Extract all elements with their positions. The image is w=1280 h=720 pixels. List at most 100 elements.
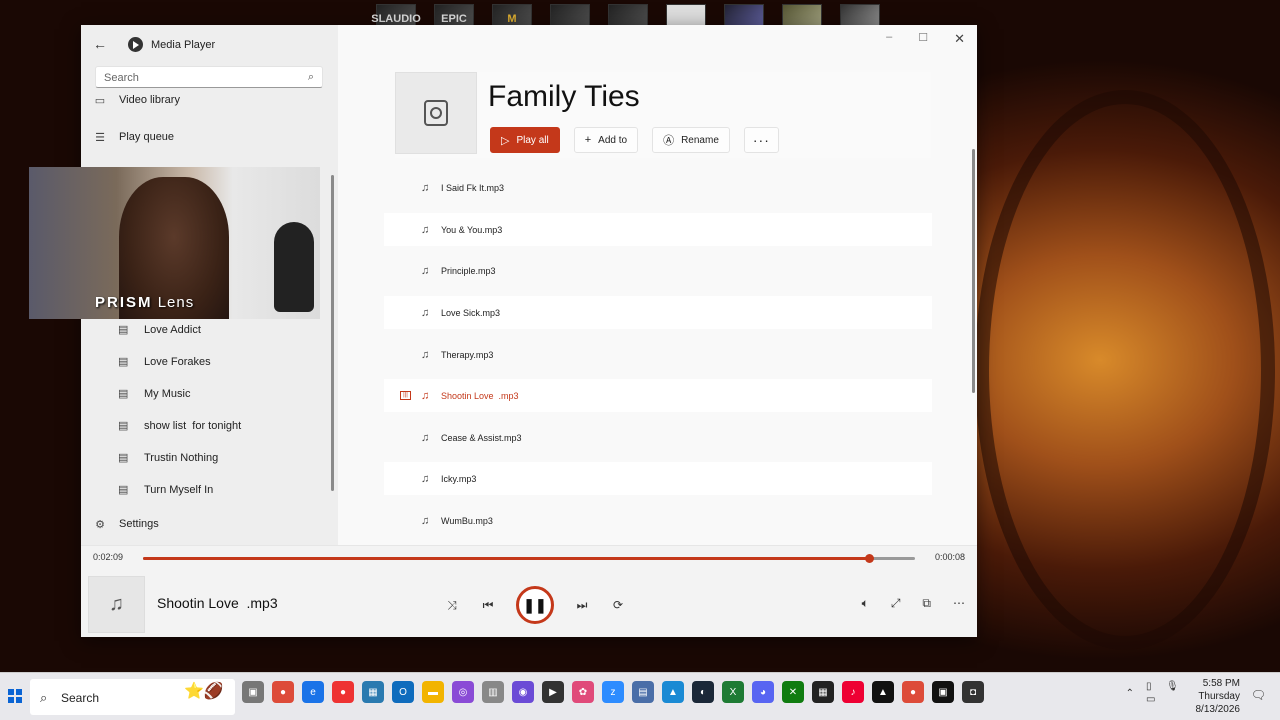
track-row[interactable]: ♫ Principle.mp3 — [384, 254, 932, 287]
now-playing-art[interactable]: ♫ — [88, 576, 145, 633]
previous-icon[interactable]: ⏮ — [480, 598, 496, 613]
search-input[interactable]: Search ⌕ — [95, 66, 323, 88]
sidebar-item-settings[interactable]: ⚙ Settings — [93, 514, 159, 534]
sidebar-playlist-item[interactable]: ▤ show list for tonight — [118, 419, 241, 433]
track-row[interactable]: ♫ You & You.mp3 — [384, 213, 932, 246]
app-icon[interactable]: ▦ — [812, 681, 834, 703]
shuffle-icon[interactable]: ⤨ — [444, 598, 460, 613]
volume-icon[interactable] — [1166, 694, 1182, 705]
main-content: – ☐ ✕ Family Ties ▷ Play all + Add to Ⓐ — [338, 25, 977, 545]
xbox-icon[interactable]: ✕ — [782, 681, 804, 703]
minimize-button[interactable]: – — [886, 31, 892, 47]
chrome-icon[interactable]: ● — [272, 681, 294, 703]
music-note-icon: ♫ — [421, 431, 430, 444]
sidebar-playlist-item[interactable]: ▤ Love Forakes — [118, 355, 211, 369]
app-icon[interactable]: ▣ — [932, 681, 954, 703]
sidebar-item-play-queue[interactable]: ☰ Play queue — [93, 127, 174, 147]
clock[interactable]: 5:58 PM Thursday 8/13/2026 — [1196, 677, 1241, 716]
track-name: Therapy.mp3 — [441, 349, 494, 360]
media-player-icon[interactable]: ▶ — [542, 681, 564, 703]
search-highlight-icon: ⭐🏈 — [184, 683, 224, 700]
edge-icon[interactable]: e — [302, 681, 324, 703]
maximize-button[interactable]: ☐ — [918, 31, 928, 47]
sidebar-scrollbar[interactable] — [331, 175, 334, 491]
search-icon[interactable]: ⌕ — [308, 71, 314, 84]
app-icon[interactable]: ✿ — [572, 681, 594, 703]
track-row[interactable]: ♫ Love Sick.mp3 — [384, 296, 932, 329]
app-icon[interactable]: ◘ — [962, 681, 984, 703]
mini-player-icon[interactable]: ⧉ — [922, 596, 931, 611]
track-row[interactable]: ♫ Therapy.mp3 — [384, 338, 932, 371]
queue-icon: ☰ — [95, 131, 105, 144]
now-playing-title[interactable]: Shootin Love .mp3 — [157, 595, 278, 611]
next-icon[interactable]: ⏭ — [574, 598, 590, 613]
excel-icon[interactable]: X — [722, 681, 744, 703]
track-name: I Said Fk It.mp3 — [441, 182, 505, 193]
chrome-icon[interactable]: ● — [332, 681, 354, 703]
chevron-up-icon[interactable]: ⌃ — [1126, 688, 1134, 699]
taskbar-search[interactable]: ⌕ Search ⭐🏈 — [30, 679, 235, 715]
sidebar-playlist-item[interactable]: ▤ Trustin Nothing — [118, 451, 218, 465]
track-name: Love Sick.mp3 — [441, 307, 501, 318]
taskbar-search-label: Search — [61, 691, 100, 705]
sidebar-playlist-item[interactable]: ▤ Turn Myself In — [118, 483, 213, 497]
microphone-icon[interactable]: 🎙︎ — [1166, 681, 1182, 692]
music-note-icon: ♫ — [421, 306, 430, 319]
tiktok-icon[interactable]: ♪ — [842, 681, 864, 703]
start-button[interactable] — [8, 689, 22, 703]
track-row[interactable]: ♫ I Said Fk It.mp3 — [384, 171, 932, 204]
full-screen-icon[interactable]: ⤢ — [891, 596, 901, 611]
plus-icon: + — [584, 134, 592, 146]
seek-bar-handle[interactable] — [864, 554, 874, 563]
sidebar-item-video-library[interactable]: ▭ Video library — [93, 90, 180, 110]
folder-icon[interactable]: ▬ — [422, 681, 444, 703]
app-icon[interactable]: ▲ — [872, 681, 894, 703]
pause-button[interactable]: ❚❚ — [516, 586, 554, 624]
more-options-icon[interactable]: ⋯ — [953, 596, 965, 611]
outlook-icon[interactable]: O — [392, 681, 414, 703]
more-options-button[interactable]: ··· — [743, 127, 779, 153]
discord-icon[interactable]: ◕ — [752, 681, 774, 703]
repeat-icon[interactable]: ⟳ — [610, 598, 626, 612]
add-to-button[interactable]: + Add to — [573, 127, 639, 153]
rename-button[interactable]: Ⓐ Rename — [652, 127, 730, 153]
app-icon[interactable]: ▤ — [632, 681, 654, 703]
track-row[interactable]: ♫ WumBu.mp3 — [384, 504, 932, 537]
volume-icon[interactable]: 🔈︎ — [862, 596, 869, 611]
play-all-button[interactable]: ▷ Play all — [490, 127, 560, 153]
speaker-icon — [424, 100, 448, 126]
sidebar-playlist-item[interactable]: ▤ Love Addict — [118, 323, 201, 337]
chrome-icon[interactable]: ● — [902, 681, 924, 703]
seek-bar-fill — [143, 557, 869, 560]
microphone-icon — [274, 222, 314, 312]
music-note-icon: ♫ — [421, 181, 430, 194]
steam-icon[interactable]: ◐ — [692, 681, 714, 703]
store-icon[interactable]: ▦ — [362, 681, 384, 703]
app-icon[interactable]: ▥ — [482, 681, 504, 703]
app-icon[interactable]: ◉ — [512, 681, 534, 703]
sidebar-playlist-item[interactable]: ▤ My Music — [118, 387, 190, 401]
gear-icon: ⚙ — [95, 518, 105, 531]
rename-label: Rename — [681, 134, 719, 146]
close-button[interactable]: ✕ — [954, 31, 965, 47]
network-icon[interactable]: ▭ — [1146, 694, 1162, 705]
notification-icon[interactable]: 🗨︎ — [1251, 688, 1266, 702]
playlist-icon: ▤ — [118, 420, 129, 432]
photos-icon[interactable]: ▲ — [662, 681, 684, 703]
main-scrollbar[interactable] — [972, 149, 975, 393]
track-name: Shootin Love .mp3 — [441, 390, 519, 401]
track-row[interactable]: ♫ Icky.mp3 — [384, 462, 932, 495]
playlist-icon: ▤ — [118, 324, 129, 336]
track-row-now-playing[interactable]: ||| ♫ Shootin Love .mp3 — [384, 379, 932, 412]
task-view-icon[interactable]: ▣ — [242, 681, 264, 703]
equalizer-icon: ||| — [400, 391, 411, 400]
zoom-icon[interactable]: z — [602, 681, 624, 703]
seek-bar[interactable] — [143, 554, 915, 563]
rename-icon: Ⓐ — [663, 135, 675, 147]
remaining-time: 0:00:08 — [934, 552, 965, 562]
phone-icon[interactable]: ▯ — [1146, 681, 1162, 692]
playlist-icon: ▤ — [118, 388, 129, 400]
app-icon[interactable]: ◎ — [452, 681, 474, 703]
track-row[interactable]: ♫ Cease & Assist.mp3 — [384, 421, 932, 454]
back-arrow-icon[interactable]: ← — [93, 36, 107, 52]
